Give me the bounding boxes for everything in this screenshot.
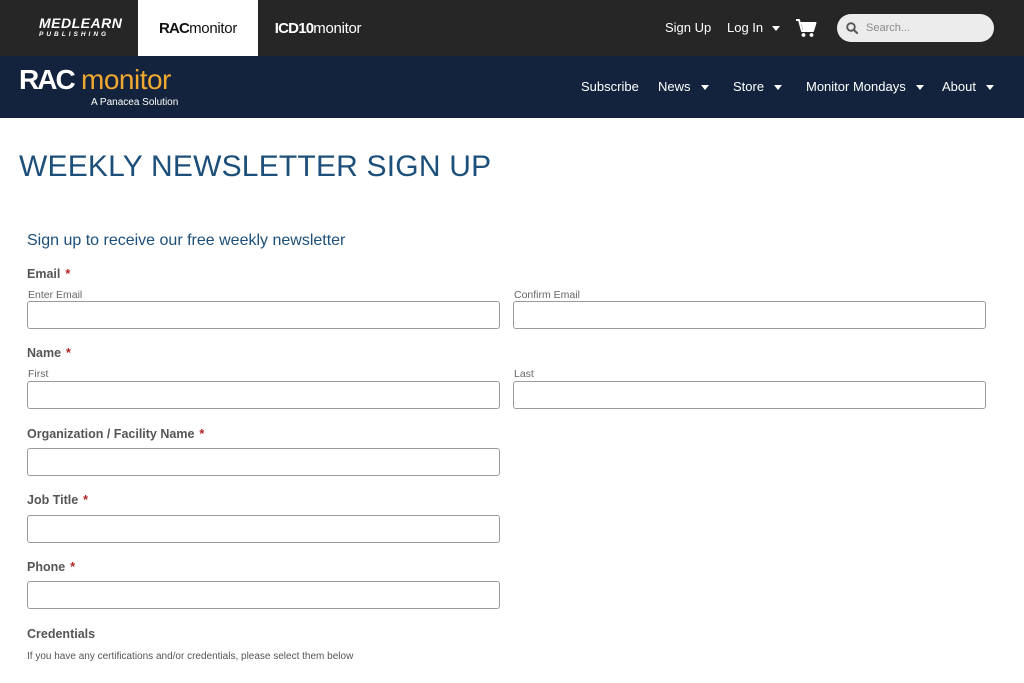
cart-icon[interactable] [795, 17, 817, 39]
confirm-email-field[interactable] [513, 301, 986, 329]
sign-up-link[interactable]: Sign Up [665, 19, 711, 37]
medlearn-logo-subtext: PUBLISHING [39, 31, 110, 38]
top-bar: MEDLEARN PUBLISHING RAC monitor ICD10 moni… [0, 0, 1024, 56]
form-heading: Sign up to receive our free weekly newsl… [27, 232, 346, 249]
chevron-down-icon [915, 84, 924, 90]
nav-store[interactable]: Store [733, 78, 783, 96]
name-last-sublabel: Last [514, 368, 534, 380]
job-title-field[interactable] [27, 515, 500, 543]
log-in-label: Log In [727, 20, 764, 35]
chevron-down-icon [700, 84, 709, 90]
nav-news[interactable]: News [658, 78, 709, 96]
medlearn-logo[interactable]: MEDLEARN PUBLISHING [39, 15, 123, 41]
email-enter-sublabel: Enter Email [28, 289, 83, 301]
nav-news-label: News [658, 79, 691, 94]
last-name-field[interactable] [513, 381, 986, 409]
nav-subscribe-label: Subscribe [581, 79, 639, 94]
first-name-field[interactable] [27, 381, 500, 409]
email-confirm-sublabel: Confirm Email [514, 289, 580, 301]
tab-icd10monitor-bold: ICD10 [274, 19, 314, 37]
nav-monitor-mondays-label: Monitor Mondays [806, 79, 906, 94]
organization-label: Organization / Facility Name * [27, 427, 204, 441]
email-field[interactable] [27, 301, 500, 329]
name-first-sublabel: First [28, 368, 49, 380]
name-label-text: Name [27, 346, 62, 360]
credentials-help-text: If you have any certifications and/or cr… [27, 651, 354, 662]
required-mark: * [83, 493, 89, 507]
nav-subscribe[interactable]: Subscribe [581, 78, 639, 96]
search-icon [846, 22, 858, 34]
tab-icd10monitor-light: monitor [313, 19, 362, 37]
nav-about[interactable]: About [942, 78, 994, 96]
tab-racmonitor-light: monitor [189, 19, 238, 37]
email-label-text: Email [27, 267, 61, 281]
organization-label-text: Organization / Facility Name [27, 427, 195, 441]
phone-label: Phone * [27, 560, 75, 574]
required-mark: * [199, 427, 205, 441]
phone-label-text: Phone [27, 560, 66, 574]
organization-field[interactable] [27, 448, 500, 476]
phone-field[interactable] [27, 581, 500, 609]
credentials-label: Credentials [27, 627, 96, 641]
search-input[interactable] [866, 22, 986, 34]
search-box[interactable] [837, 14, 994, 42]
chevron-down-icon [772, 25, 781, 31]
page-title: WEEKLY NEWSLETTER SIGN UP [19, 150, 492, 183]
log-in-menu[interactable]: Log In [727, 19, 781, 37]
job-title-label-text: Job Title [27, 493, 79, 507]
logo-tagline: A Panacea Solution [91, 97, 179, 108]
required-mark: * [65, 267, 71, 281]
required-mark: * [70, 560, 76, 574]
medlearn-logo-text: MEDLEARN [39, 15, 123, 31]
nav-store-label: Store [733, 79, 765, 94]
tab-racmonitor[interactable]: RAC monitor [138, 0, 258, 56]
racmonitor-logo[interactable]: RAC monitor A Panacea Solution [19, 65, 189, 109]
required-mark: * [66, 346, 71, 360]
logo-monitor-text: monitor [81, 64, 171, 95]
email-label: Email * [27, 267, 70, 281]
logo-rac-text: RAC [19, 64, 76, 95]
job-title-label: Job Title * [27, 493, 88, 507]
nav-monitor-mondays[interactable]: Monitor Mondays [806, 78, 924, 96]
name-label: Name * [27, 346, 71, 360]
chevron-down-icon [985, 84, 994, 90]
chevron-down-icon [774, 84, 783, 90]
tab-icd10monitor[interactable]: ICD10 monitor [258, 0, 378, 56]
tab-racmonitor-bold: RAC [158, 19, 190, 37]
nav-about-label: About [942, 79, 976, 94]
